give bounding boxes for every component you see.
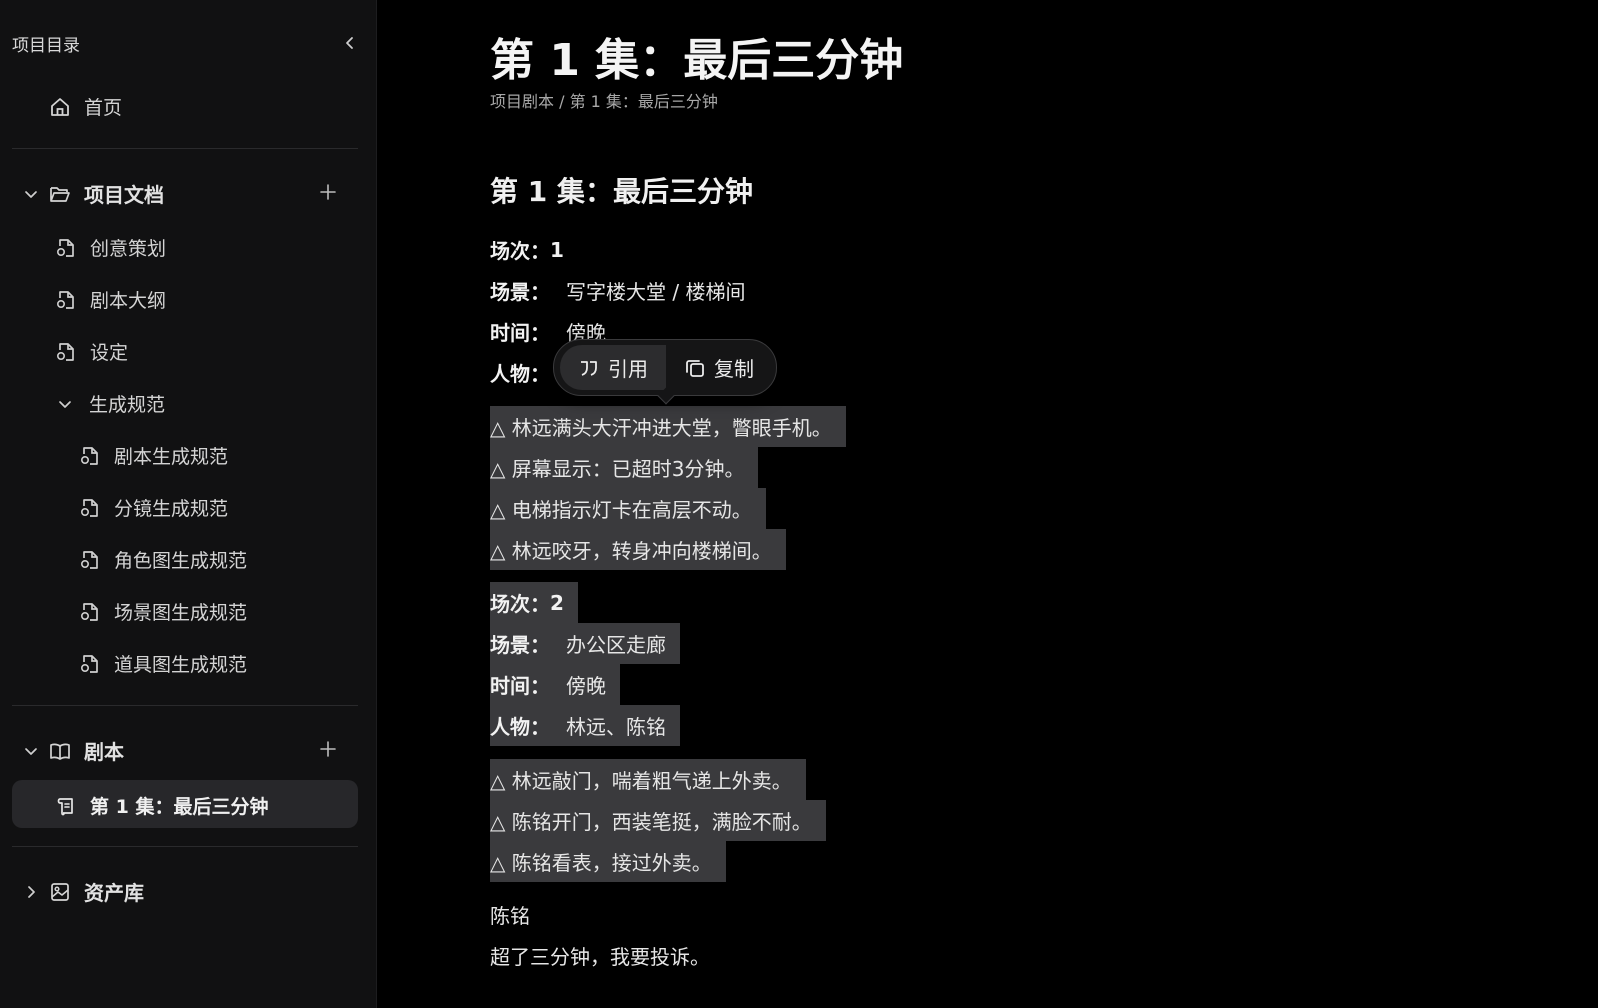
field-label: 场次： [490, 239, 550, 263]
quote-button[interactable]: 引用 [560, 345, 666, 390]
group-generation-rules[interactable]: 生成规范 [56, 390, 165, 417]
divider [12, 846, 358, 847]
breadcrumb[interactable]: 项目剧本 / 第 1 集：最后三分钟 [490, 88, 718, 112]
sidebar-item-label: 剧本大纲 [90, 290, 167, 312]
sidebar-title: 项目目录 [12, 35, 80, 56]
add-document-button[interactable] [316, 180, 340, 204]
sidebar-item-prop-rules[interactable]: 道具图生成规范 [78, 650, 247, 677]
chevron-down-icon [22, 182, 40, 206]
sidebar-item-label: 分镜生成规范 [114, 498, 229, 520]
book-open-icon [48, 739, 72, 763]
section-label: 剧本 [84, 740, 124, 764]
divider [12, 705, 358, 706]
chevron-left-icon [346, 37, 353, 49]
sidebar-item-label: 角色图生成规范 [114, 550, 248, 572]
field-value: 2 [550, 590, 564, 615]
field-label: 人物： [490, 715, 550, 739]
sidebar-item-label: 道具图生成规范 [114, 654, 248, 676]
sidebar-item-label: 场景图生成规范 [114, 602, 248, 624]
add-episode-button[interactable] [316, 737, 340, 761]
group-label: 生成规范 [89, 394, 166, 416]
document-icon [78, 444, 102, 468]
chevron-down-icon [22, 739, 40, 763]
document-heading[interactable]: 第 1 集：最后三分钟 [490, 170, 753, 210]
sidebar-item-label: 创意策划 [90, 238, 167, 260]
section-project-docs[interactable]: 项目文档 [22, 179, 164, 208]
section-assets[interactable]: 资产库 [22, 877, 144, 906]
plus-icon [320, 741, 336, 757]
scene-place-line[interactable]: 场景： 办公区走廊 [490, 623, 680, 664]
chevron-right-icon [22, 880, 40, 904]
divider [12, 148, 358, 149]
app-window: 项目目录 首页 项目文档 创意策划 剧本大纲 设定 生成规范 剧本生成规范 分镜… [0, 0, 1598, 1008]
copy-icon [684, 357, 706, 379]
quote-label: 引用 [608, 357, 648, 381]
chevron-down-icon [56, 392, 74, 416]
field-value: 1 [550, 237, 564, 262]
action-line[interactable]: △ 陈铭开门，西装笔挺，满脸不耐。 [490, 800, 826, 841]
section-script[interactable]: 剧本 [22, 736, 124, 765]
field-label: 场景： [490, 633, 550, 657]
field-label: 时间： [490, 674, 550, 698]
field-value: 林远、陈铭 [566, 715, 666, 739]
sidebar-item-label: 设定 [90, 342, 129, 364]
sidebar-item-settings-doc[interactable]: 设定 [54, 338, 128, 365]
quote-icon [578, 357, 600, 379]
sidebar-item-scene-rules[interactable]: 场景图生成规范 [78, 598, 247, 625]
image-icon [48, 880, 72, 904]
page-title: 第 1 集：最后三分钟 [490, 35, 904, 86]
folder-open-icon [48, 182, 72, 206]
section-label: 资产库 [84, 881, 144, 905]
document-icon [54, 288, 78, 312]
selection-toolbar: 引用 复制 [553, 339, 777, 405]
sidebar-item-script-rules[interactable]: 剧本生成规范 [78, 442, 228, 469]
action-line[interactable]: △ 屏幕显示：已超时3分钟。 [490, 447, 759, 488]
sidebar-item-character-rules[interactable]: 角色图生成规范 [78, 546, 247, 573]
scene-number-line[interactable]: 场次： 1 [490, 229, 578, 270]
scroll-icon [54, 794, 78, 818]
home-icon [48, 95, 72, 119]
document-icon [78, 600, 102, 624]
document-icon [78, 496, 102, 520]
action-line[interactable]: △ 电梯指示灯卡在高层不动。 [490, 488, 766, 529]
plus-icon [320, 184, 336, 200]
action-line[interactable]: △ 陈铭看表，接过外卖。 [490, 841, 726, 882]
dialogue-line[interactable]: 超了三分钟，我要投诉。 [490, 935, 724, 976]
scene-number-line[interactable]: 场次： 2 [490, 582, 578, 623]
sidebar-header: 项目目录 [12, 28, 362, 58]
sidebar-item-outline[interactable]: 剧本大纲 [54, 286, 166, 313]
sidebar-item-creative-plan[interactable]: 创意策划 [54, 234, 166, 261]
sidebar-item-storyboard-rules[interactable]: 分镜生成规范 [78, 494, 228, 521]
sidebar-item-label: 第 1 集：最后三分钟 [90, 796, 269, 818]
action-line[interactable]: △ 林远满头大汗冲进大堂，瞥眼手机。 [490, 406, 846, 447]
action-line[interactable]: △ 林远咬牙，转身冲向楼梯间。 [490, 529, 786, 570]
field-label: 人物： [490, 362, 550, 386]
field-value: 傍晚 [566, 674, 606, 698]
scene-time-line[interactable]: 时间： 傍晚 [490, 664, 620, 705]
main-content: 第 1 集：最后三分钟 项目剧本 / 第 1 集：最后三分钟 第 1 集：最后三… [377, 0, 1598, 1008]
sidebar-item-label: 首页 [84, 97, 123, 119]
action-line[interactable]: △ 林远敲门，喘着粗气递上外卖。 [490, 759, 806, 800]
scene-place-line[interactable]: 场景： 写字楼大堂 / 楼梯间 [490, 270, 759, 311]
copy-label: 复制 [714, 357, 754, 381]
scene-people-line[interactable]: 人物： 林远、陈铭 [490, 705, 680, 746]
copy-button[interactable]: 复制 [666, 345, 772, 390]
sidebar-item-home[interactable]: 首页 [48, 93, 122, 120]
field-label: 时间： [490, 321, 550, 345]
field-label: 场次： [490, 592, 550, 616]
sidebar: 项目目录 首页 项目文档 创意策划 剧本大纲 设定 生成规范 剧本生成规范 分镜… [0, 0, 377, 1008]
document-icon [54, 236, 78, 260]
sidebar-item-episode-1[interactable]: 第 1 集：最后三分钟 [54, 792, 268, 819]
field-value: 写字楼大堂 / 楼梯间 [566, 280, 746, 304]
sidebar-item-label: 剧本生成规范 [114, 446, 229, 468]
section-label: 项目文档 [84, 183, 164, 207]
field-label: 场景： [490, 280, 550, 304]
collapse-sidebar-button[interactable] [338, 31, 362, 55]
document-icon [78, 548, 102, 572]
document-icon [54, 340, 78, 364]
field-value: 办公区走廊 [566, 633, 666, 657]
document-icon [78, 652, 102, 676]
dialogue-speaker[interactable]: 陈铭 [490, 894, 544, 935]
